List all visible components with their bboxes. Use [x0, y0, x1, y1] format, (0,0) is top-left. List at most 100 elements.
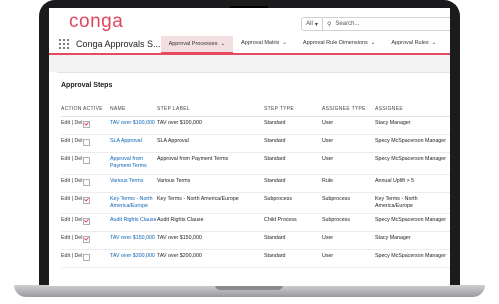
active-checkbox[interactable] — [83, 196, 90, 204]
assignee: Key Terms - North America/Europe — [375, 192, 450, 214]
chevron-down-icon[interactable]: ⌄ — [282, 40, 287, 46]
edit-delete-links[interactable]: Edit | Del — [61, 174, 83, 193]
tab-4[interactable]: Formul — [444, 34, 450, 52]
tab-label: Approval Matrix — [241, 40, 280, 46]
active-checkbox[interactable] — [83, 217, 90, 225]
app-launcher-icon[interactable] — [59, 39, 69, 49]
edit-delete-links[interactable]: Edit | Del — [61, 116, 83, 136]
search-icon: ⚲ — [327, 21, 332, 28]
step-label: TAV over $200,000 — [157, 249, 264, 269]
active-checkbox[interactable] — [83, 236, 90, 244]
search-scope-select[interactable]: All ▾ — [301, 17, 323, 31]
chevron-down-icon[interactable]: ⌄ — [220, 41, 225, 47]
edit-delete-links[interactable]: Edit | Del — [61, 192, 83, 214]
edit-delete-links[interactable]: Edit | Del — [61, 249, 83, 269]
step-name-link[interactable]: Approval from Payment Terms — [110, 152, 157, 175]
chevron-down-icon[interactable]: ⌄ — [432, 40, 437, 46]
column-header[interactable]: ASSIGNEE — [375, 103, 450, 117]
step-name-link[interactable]: TAV over $150,000 — [110, 231, 157, 251]
approval-steps-table: ACTION ACTIVE NAME STEP LABEL STEP TYPE ASSIG… — [61, 103, 450, 269]
tab-3[interactable]: Approval Rules ⌄ — [383, 34, 444, 52]
active-cell — [83, 231, 110, 251]
step-name-link[interactable]: TAV over $200,000 — [110, 249, 157, 269]
step-name-link[interactable]: Various Terms — [110, 174, 157, 193]
step-label: TAV over $100,000 — [157, 116, 264, 136]
active-checkbox[interactable] — [83, 254, 90, 262]
assignee-type: Rule — [322, 174, 375, 193]
step-name-link[interactable]: TAV over $100,000 — [110, 116, 157, 136]
edit-delete-links[interactable]: Edit | Del — [61, 152, 83, 175]
assignee-type: User — [322, 152, 375, 175]
tab-1[interactable]: Approval Matrix ⌄ — [233, 34, 295, 52]
table-row: Edit | Del TAV over $150,000 TAV over $150… — [61, 231, 450, 251]
table-row: Edit | Del TAV over $100,000 TAV over $100… — [61, 116, 450, 136]
table-body: Edit | Del TAV over $100,000 TAV over $100… — [61, 116, 450, 269]
active-cell — [83, 192, 110, 214]
step-type: Standard — [264, 249, 322, 269]
global-header: conga All ▾ ⚲ Search... — [49, 8, 450, 35]
column-header[interactable]: ACTION — [61, 103, 83, 117]
step-name-link[interactable]: SLA Approval — [110, 134, 157, 154]
step-label: Audit Rights Clause — [157, 213, 264, 233]
active-cell — [83, 249, 110, 269]
assignee-type: User — [322, 116, 375, 136]
section-title: Approval Steps — [61, 82, 113, 89]
step-label: Various Terms — [157, 174, 264, 193]
step-label: TAV over $150,000 — [157, 231, 264, 251]
step-type: Standard — [264, 134, 322, 154]
assignee-type: User — [322, 134, 375, 154]
active-checkbox[interactable] — [83, 139, 90, 147]
table-row: Edit | Del Approval from Payment Terms App… — [61, 152, 450, 175]
nav-tabs: Approval Processes ⌄ Approval Matrix ⌄ Appro… — [160, 34, 450, 54]
column-header[interactable]: ACTIVE — [83, 103, 110, 117]
chevron-down-icon: ▾ — [314, 21, 318, 28]
assignee-type: User — [322, 249, 375, 269]
step-label: Key Terms - North America/Europe — [157, 192, 264, 214]
active-checkbox[interactable] — [83, 178, 90, 186]
step-type: Standard — [264, 116, 322, 136]
search-scope-label: All — [306, 21, 313, 27]
active-cell — [83, 213, 110, 233]
edit-delete-links[interactable]: Edit | Del — [61, 134, 83, 154]
assignee: Annual Uplift > 5 — [375, 174, 450, 193]
conga-logo: conga — [69, 11, 124, 32]
assignee: Stacy Manager — [375, 116, 450, 136]
active-checkbox[interactable] — [83, 121, 90, 128]
column-header[interactable]: STEP TYPE — [264, 103, 322, 117]
tab-label: Approval Processes — [168, 41, 218, 47]
global-search: All ▾ ⚲ Search... — [301, 17, 450, 31]
assignee: Specy McSpacerson Manager — [375, 213, 450, 233]
column-header[interactable]: STEP LABEL — [157, 103, 264, 117]
tab-0[interactable]: Approval Processes ⌄ — [160, 36, 234, 54]
step-type: Child Process — [264, 213, 322, 233]
tab-2[interactable]: Approval Rule Dimensions ⌄ — [295, 34, 383, 52]
table-row: Edit | Del Various Terms Various Terms Stan… — [61, 174, 450, 193]
tab-label: Approval Rules — [391, 40, 429, 46]
column-header[interactable]: NAME — [110, 103, 157, 117]
assignee-type: Subprocess — [322, 192, 375, 214]
step-type: Standard — [264, 152, 322, 175]
active-cell — [83, 134, 110, 154]
assignee: Specy McSpacerson Manager — [375, 152, 450, 175]
step-type: Standard — [264, 231, 322, 251]
chevron-down-icon[interactable]: ⌄ — [371, 40, 376, 46]
screen: conga All ▾ ⚲ Search... Conga Approvals … — [49, 8, 450, 286]
column-header[interactable]: ASSIGNEE TYPE — [322, 103, 375, 117]
search-placeholder: Search... — [335, 21, 360, 27]
table-row: Edit | Del Audit Rights Clause Audit Right… — [61, 213, 450, 233]
app-navbar: Conga Approvals S... Approval Processes ⌄… — [49, 35, 450, 55]
search-input[interactable]: ⚲ Search... — [323, 17, 450, 31]
step-type: Standard — [264, 174, 322, 193]
app-name: Conga Approvals S... — [76, 39, 161, 49]
page-header-strip — [49, 55, 450, 72]
active-checkbox[interactable] — [83, 157, 90, 165]
step-name-link[interactable]: Audit Rights Clause — [110, 213, 157, 233]
active-cell — [83, 152, 110, 175]
step-label: Approval from Payment Terms — [157, 152, 264, 175]
approval-steps-card: Approval Steps ACTION ACTIVE NAME STEP LABE… — [57, 72, 450, 286]
edit-delete-links[interactable]: Edit | Del — [61, 213, 83, 233]
edit-delete-links[interactable]: Edit | Del — [61, 231, 83, 251]
active-cell — [83, 174, 110, 193]
table-row: Edit | Del TAV over $200,000 TAV over $200… — [61, 249, 450, 269]
step-name-link[interactable]: Key Terms - North America/Europe — [110, 192, 157, 214]
